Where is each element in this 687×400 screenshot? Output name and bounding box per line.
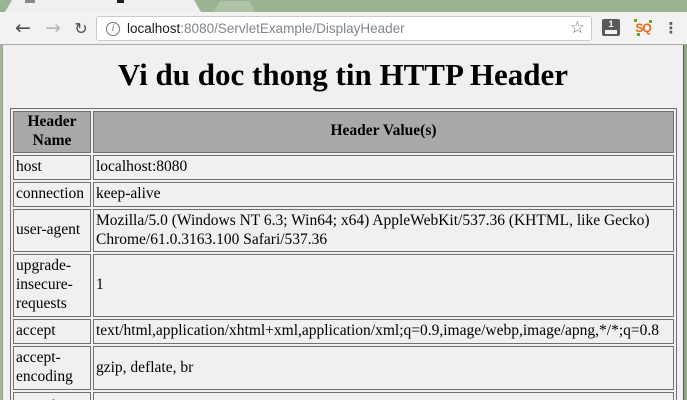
address-bar[interactable]: i localhost:8080/ServletExample/DisplayH… [96,16,592,41]
page-title: Vi du doc thong tin HTTP Header [4,57,682,93]
url-text: localhost:8080/ServletExample/DisplayHea… [127,21,405,36]
extension-counter-bar [605,30,617,34]
forward-button[interactable]: → [40,15,66,41]
page-content: Vi du doc thong tin HTTP Header Header N… [4,46,682,400]
extension-tab-counter[interactable]: 1 [602,19,620,36]
forward-icon: → [45,17,61,39]
window-edge-right [683,12,687,400]
table-header-row: Header Name Header Value(s) [13,111,674,153]
seoquake-leaf [649,20,652,23]
header-name-cell: connection [13,182,91,207]
back-button[interactable]: ← [10,15,36,41]
table-row: upgrade-insecure-requests 1 [13,254,674,317]
table-row: accept-encoding gzip, deflate, br [13,346,674,390]
refresh-button[interactable]: ↻ [68,15,94,41]
url-path: :8080/ServletExample/DisplayHeader [180,21,404,36]
header-value-cell: Mozilla/5.0 (Windows NT 6.3; Win64; x64)… [93,209,674,253]
header-value-cell: text/html,application/xhtml+xml,applicat… [93,319,674,344]
window-edge-left [0,12,3,400]
back-icon: ← [15,17,31,39]
table-row: connection keep-alive [13,182,674,207]
url-host: localhost [127,21,180,36]
table-row: accept text/html,application/xhtml+xml,a… [13,319,674,344]
extension-counter-value: 1 [602,19,620,29]
extension-seoquake[interactable]: SQ [633,19,653,36]
header-name-cell: accept-language [13,392,91,400]
refresh-icon: ↻ [74,19,87,38]
kebab-menu-icon: ⋮ [664,19,679,37]
header-name-cell: user-agent [13,209,91,253]
browser-toolbar: ← → ↻ i localhost:8080/ServletExample/Di… [0,12,687,45]
header-value-cell: localhost:8080 [93,155,674,180]
table-row: user-agent Mozilla/5.0 (Windows NT 6.3; … [13,209,674,253]
tab-strip [0,0,687,12]
header-name-cell: accept-encoding [13,346,91,390]
bookmark-star-icon[interactable]: ☆ [570,20,585,37]
new-tab-button[interactable] [214,1,254,12]
header-value-cell: 1 [93,254,674,317]
header-name-cell: accept [13,319,91,344]
tab-title-fragment [117,0,124,3]
tab-favicon [25,0,35,3]
header-value-cell: keep-alive [93,182,674,207]
column-header-name: Header Name [13,111,91,153]
table-row: host localhost:8080 [13,155,674,180]
column-header-value: Header Value(s) [93,111,674,153]
http-headers-table: Header Name Header Value(s) host localho… [10,108,677,400]
table-row: accept-language vi-VN,vi;q=0.8,fr-FR;q=0… [13,392,674,400]
browser-tab[interactable] [5,0,201,12]
seoquake-leaf [634,19,637,22]
header-name-cell: host [13,155,91,180]
seoquake-leaf [637,33,640,36]
chrome-menu-button[interactable]: ⋮ [662,17,680,41]
header-value-cell: vi-VN,vi;q=0.8,fr-FR;q=0.6,fr;q=0.4,en-U… [93,392,674,400]
header-name-cell: upgrade-insecure-requests [13,254,91,317]
page-info-icon[interactable]: i [106,22,120,36]
header-value-cell: gzip, deflate, br [93,346,674,390]
